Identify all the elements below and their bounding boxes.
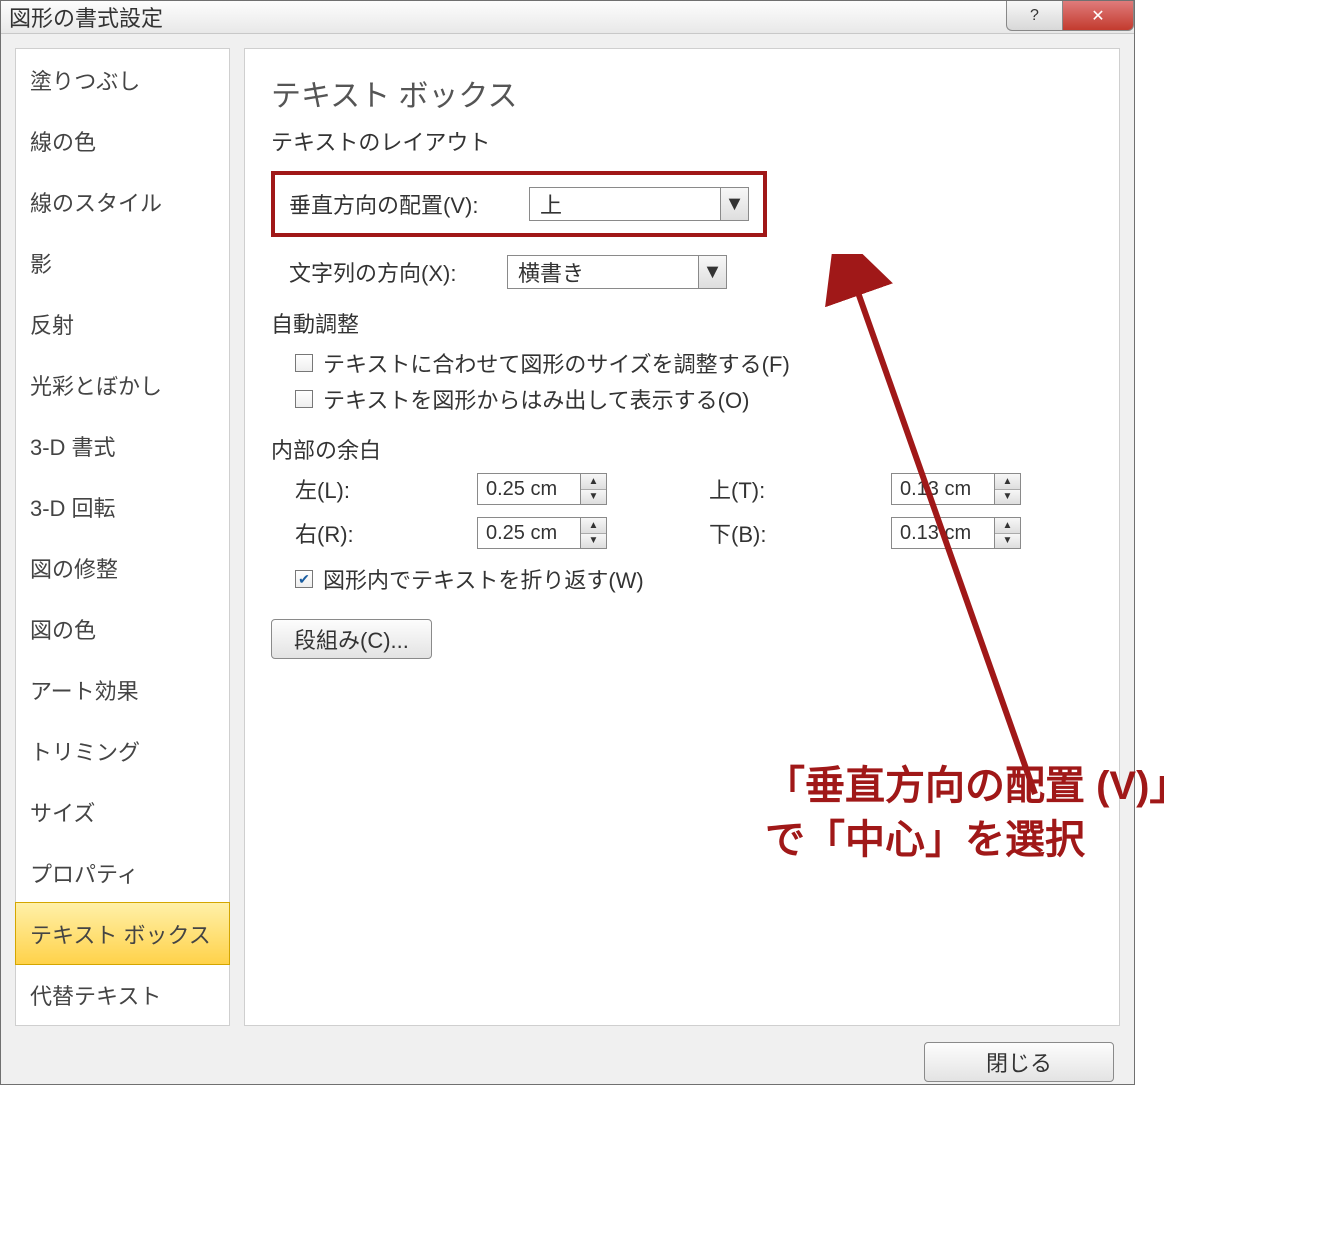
annotation-line2: で「中心」を選択: [765, 813, 1189, 867]
autofit-overflow-label: テキストを図形からはみ出して表示する(O): [323, 383, 749, 415]
spinner-up-icon[interactable]: ▲: [995, 518, 1020, 534]
margin-left-value: 0.25 cm: [478, 478, 580, 501]
sidebar-item-size[interactable]: サイズ: [16, 781, 229, 842]
autofit-resize-row[interactable]: テキストに合わせて図形のサイズを調整する(F): [295, 347, 1093, 379]
margin-right-spinner[interactable]: 0.25 cm ▲▼: [477, 517, 607, 549]
margin-bottom-value: 0.13 cm: [892, 522, 994, 545]
margin-right-value: 0.25 cm: [478, 522, 580, 545]
help-icon: ?: [1030, 7, 1039, 25]
content-panel: テキスト ボックス テキストのレイアウト 垂直方向の配置(V): 上 ▼ 文字列…: [244, 48, 1120, 1026]
dialog-window: 図形の書式設定 ? ✕ 塗りつぶし 線の色 線のスタイル 影 反射 光彩とぼかし…: [0, 0, 1135, 1085]
dialog-body: 塗りつぶし 線の色 線のスタイル 影 反射 光彩とぼかし 3-D 書式 3-D …: [1, 34, 1134, 1040]
titlebar-buttons: ? ✕: [1006, 1, 1134, 31]
sidebar-item-reflection[interactable]: 反射: [16, 293, 229, 354]
autofit-resize-label: テキストに合わせて図形のサイズを調整する(F): [323, 347, 790, 379]
margin-bottom-label: 下(B):: [709, 517, 861, 549]
sidebar-item-crop[interactable]: トリミング: [16, 720, 229, 781]
panel-heading: テキスト ボックス: [271, 71, 1093, 115]
spinner-buttons: ▲▼: [580, 474, 606, 504]
checkbox-icon: [295, 390, 313, 408]
sidebar-item-text-box[interactable]: テキスト ボックス: [15, 902, 230, 965]
margins-section-label: 内部の余白: [271, 433, 1093, 465]
margins-grid: 左(L): 0.25 cm ▲▼ 上(T): 0.13 cm ▲▼ 右(R): …: [295, 473, 1093, 549]
margin-top-label: 上(T):: [709, 473, 861, 505]
chevron-down-icon: ▼: [698, 256, 726, 288]
titlebar: 図形の書式設定 ? ✕: [1, 1, 1134, 34]
spinner-buttons: ▲▼: [994, 474, 1020, 504]
close-icon: ✕: [1091, 6, 1104, 26]
sidebar-item-3d-rotation[interactable]: 3-D 回転: [16, 476, 229, 537]
chevron-down-icon: ▼: [720, 188, 748, 220]
category-sidebar: 塗りつぶし 線の色 線のスタイル 影 反射 光彩とぼかし 3-D 書式 3-D …: [15, 48, 230, 1026]
textdir-value: 横書き: [508, 256, 698, 288]
sidebar-item-line-style[interactable]: 線のスタイル: [16, 171, 229, 232]
columns-button[interactable]: 段組み(C)...: [271, 619, 432, 659]
annotation-line1: 「垂直方向の配置 (V)」: [765, 759, 1189, 813]
dialog-footer: 閉じる: [1, 1040, 1134, 1084]
spinner-buttons: ▲▼: [580, 518, 606, 548]
wrap-text-row[interactable]: 図形内でテキストを折り返す(W): [295, 563, 1093, 595]
wrap-text-label: 図形内でテキストを折り返す(W): [323, 563, 644, 595]
margin-left-label: 左(L):: [295, 473, 447, 505]
spinner-up-icon[interactable]: ▲: [581, 474, 606, 490]
dialog-title: 図形の書式設定: [9, 1, 163, 33]
valign-label: 垂直方向の配置(V):: [289, 188, 509, 220]
textdir-label: 文字列の方向(X):: [289, 256, 493, 288]
help-button[interactable]: ?: [1006, 1, 1062, 31]
spinner-up-icon[interactable]: ▲: [581, 518, 606, 534]
spinner-buttons: ▲▼: [994, 518, 1020, 548]
autofit-section-label: 自動調整: [271, 307, 1093, 339]
sidebar-item-picture-color[interactable]: 図の色: [16, 598, 229, 659]
sidebar-item-line-color[interactable]: 線の色: [16, 110, 229, 171]
annotation-text: 「垂直方向の配置 (V)」 で「中心」を選択: [765, 759, 1189, 867]
margin-left-spinner[interactable]: 0.25 cm ▲▼: [477, 473, 607, 505]
close-dialog-button[interactable]: 閉じる: [924, 1042, 1114, 1082]
spinner-down-icon[interactable]: ▼: [995, 534, 1020, 549]
sidebar-item-shadow[interactable]: 影: [16, 232, 229, 293]
close-button[interactable]: ✕: [1062, 1, 1134, 31]
sidebar-item-picture-corrections[interactable]: 図の修整: [16, 537, 229, 598]
sidebar-item-fill[interactable]: 塗りつぶし: [16, 49, 229, 110]
layout-section-label: テキストのレイアウト: [271, 125, 1093, 157]
sidebar-item-artistic-effects[interactable]: アート効果: [16, 659, 229, 720]
sidebar-item-3d-format[interactable]: 3-D 書式: [16, 415, 229, 476]
sidebar-item-glow[interactable]: 光彩とぼかし: [16, 354, 229, 415]
spinner-up-icon[interactable]: ▲: [995, 474, 1020, 490]
margin-top-value: 0.13 cm: [892, 478, 994, 501]
spinner-down-icon[interactable]: ▼: [581, 490, 606, 505]
margin-top-spinner[interactable]: 0.13 cm ▲▼: [891, 473, 1021, 505]
textdir-combo[interactable]: 横書き ▼: [507, 255, 727, 289]
margin-bottom-spinner[interactable]: 0.13 cm ▲▼: [891, 517, 1021, 549]
checkbox-checked-icon: [295, 570, 313, 588]
spinner-down-icon[interactable]: ▼: [995, 490, 1020, 505]
highlight-box: 垂直方向の配置(V): 上 ▼: [271, 171, 767, 237]
sidebar-item-alt-text[interactable]: 代替テキスト: [16, 964, 229, 1025]
checkbox-icon: [295, 354, 313, 372]
margin-right-label: 右(R):: [295, 517, 447, 549]
sidebar-item-properties[interactable]: プロパティ: [16, 842, 229, 903]
spinner-down-icon[interactable]: ▼: [581, 534, 606, 549]
valign-combo[interactable]: 上 ▼: [529, 187, 749, 221]
autofit-overflow-row[interactable]: テキストを図形からはみ出して表示する(O): [295, 383, 1093, 415]
valign-value: 上: [530, 188, 720, 220]
